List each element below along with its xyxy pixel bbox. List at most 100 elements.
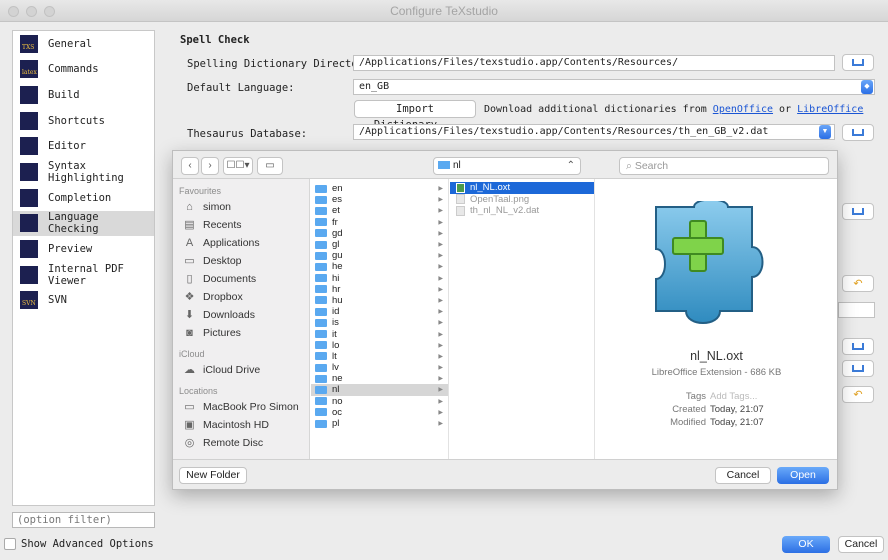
advanced-options-checkbox[interactable] <box>4 538 16 550</box>
browse-button-2[interactable] <box>842 338 874 355</box>
dictionary-dir-browse-button[interactable] <box>842 54 874 71</box>
browse-button-3[interactable] <box>842 360 874 377</box>
folder-row[interactable]: hr ▶ <box>311 284 448 295</box>
folder-row[interactable]: pl ▶ <box>311 418 448 429</box>
category-list[interactable]: TXS General latex Commands Build Shortcuts… <box>12 30 155 506</box>
category-internal-pdf-viewer[interactable]: Internal PDF Viewer <box>13 262 154 287</box>
file-row[interactable]: th_nl_NL_v2.dat <box>450 205 594 217</box>
folder-icon <box>315 184 327 193</box>
default-language-select[interactable]: en_GB <box>353 79 875 95</box>
folder-row[interactable]: id ▶ <box>311 306 448 317</box>
folder-row[interactable]: he ▶ <box>311 261 448 272</box>
folder-row[interactable]: es ▶ <box>311 194 448 205</box>
folder-row[interactable]: oc ▶ <box>311 407 448 418</box>
folder-row[interactable]: lt ▶ <box>311 351 448 362</box>
folder-row[interactable]: fr ▶ <box>311 217 448 228</box>
dialog-cancel-button[interactable]: Cancel <box>715 467 771 484</box>
import-dictionary-button[interactable]: Import Dictionary... <box>354 100 476 131</box>
category-preview[interactable]: Preview <box>13 237 154 262</box>
loc-macbook[interactable]: ▭ MacBook Pro Simon <box>173 398 309 416</box>
openoffice-link[interactable]: OpenOffice <box>713 104 773 115</box>
thesaurus-browse-button[interactable] <box>842 124 874 141</box>
folder-row[interactable]: lo ▶ <box>311 340 448 351</box>
fav-applications[interactable]: A Applications <box>173 234 309 252</box>
fav-downloads[interactable]: ⬇ Downloads <box>173 306 309 324</box>
folder-icon <box>315 229 327 238</box>
option-filter-input[interactable]: (option filter) <box>12 512 155 528</box>
browse-button[interactable] <box>842 203 874 220</box>
path-popup[interactable]: nl ⌃ <box>433 157 581 175</box>
folder-name: id <box>332 306 340 318</box>
disclosure-arrow-icon: ▶ <box>438 353 443 360</box>
file-row[interactable]: OpenTaal.png <box>450 194 594 206</box>
folder-row[interactable]: ne ▶ <box>311 373 448 384</box>
spell-check-heading: Spell Check <box>180 34 250 46</box>
loc-macintosh-hd[interactable]: ▣ Macintosh HD <box>173 416 309 434</box>
back-button[interactable]: ‹ <box>181 157 199 175</box>
file-column[interactable]: nl_NL.oxt OpenTaal.png th_nl_NL_v2.dat <box>450 179 595 459</box>
libreoffice-link[interactable]: LibreOffice <box>797 104 863 115</box>
thesaurus-input[interactable]: /Applications/Files/texstudio.app/Conten… <box>353 124 835 140</box>
add-tags-field[interactable]: Add Tags... <box>710 391 757 402</box>
category-build[interactable]: Build <box>13 82 154 107</box>
category-completion[interactable]: Completion <box>13 185 154 210</box>
category-editor[interactable]: Editor <box>13 134 154 159</box>
folder-row[interactable]: en ▶ <box>311 183 448 194</box>
folder-save-icon <box>852 59 864 66</box>
file-open-dialog: ‹ › ☐☐▾ ▭ nl ⌃ ⌕ Search Favourites ⌂ simo… <box>172 150 838 490</box>
reset-button[interactable]: ↶ <box>842 275 874 292</box>
category-language-checking[interactable]: Language Checking <box>13 210 154 236</box>
completion-icon <box>20 188 38 207</box>
folder-row[interactable]: gd ▶ <box>311 228 448 239</box>
dialog-open-button[interactable]: Open <box>777 467 829 484</box>
dictionary-dir-input[interactable]: /Applications/Files/texstudio.app/Conten… <box>353 55 835 71</box>
category-commands[interactable]: latex Commands <box>13 57 154 82</box>
category-syntax-highlighting[interactable]: Syntax Highlighting <box>13 159 154 184</box>
category-svn[interactable]: SVN SVN <box>13 288 154 313</box>
folder-row[interactable]: hi ▶ <box>311 273 448 284</box>
reset-button-2[interactable]: ↶ <box>842 386 874 403</box>
new-folder-button[interactable]: New Folder <box>179 467 247 484</box>
fav-desktop[interactable]: ▭ Desktop <box>173 252 309 270</box>
folder-row[interactable]: hu ▶ <box>311 295 448 306</box>
disclosure-arrow-icon: ▶ <box>438 398 443 405</box>
loc-remote-disc[interactable]: ◎ Remote Disc <box>173 434 309 452</box>
hidden-field[interactable] <box>838 302 875 318</box>
file-row[interactable]: nl_NL.oxt <box>450 182 594 194</box>
chevron-updown-icon[interactable]: ◆ <box>861 80 873 94</box>
folder-name: lv <box>332 362 339 374</box>
folder-column[interactable]: en ▶ es ▶ et ▶ fr ▶ gd ▶ gl ▶ gu ▶ he ▶ hi ▶ hr ▶ hu ▶ id ▶ is ▶ i… <box>311 179 449 459</box>
dialog-footer: New Folder Cancel Open <box>173 459 837 489</box>
fav-icloud-drive[interactable]: ☁ iCloud Drive <box>173 361 309 379</box>
fav-pictures[interactable]: ◙ Pictures <box>173 324 309 342</box>
locations-heading: Locations <box>179 386 218 396</box>
file-preview: nl_NL.oxt LibreOffice Extension - 686 KB… <box>596 179 837 459</box>
fav-dropbox[interactable]: ❖ Dropbox <box>173 288 309 306</box>
fav-simon[interactable]: ⌂ simon <box>173 198 309 216</box>
folder-row[interactable]: gu ▶ <box>311 250 448 261</box>
fav-recents[interactable]: ▤ Recents <box>173 216 309 234</box>
preview-file-kind: LibreOffice Extension - 686 KB <box>651 367 782 378</box>
folder-row[interactable]: gl ▶ <box>311 239 448 250</box>
view-mode-button[interactable]: ☐☐▾ <box>223 157 253 175</box>
folder-icon <box>315 318 327 327</box>
show-advanced-options[interactable]: Show Advanced Options <box>4 538 154 550</box>
ok-button[interactable]: OK <box>782 536 830 553</box>
fav-documents[interactable]: ▯ Documents <box>173 270 309 288</box>
new-folder-toolbar-button[interactable]: ▭ <box>257 157 283 175</box>
forward-button[interactable]: › <box>201 157 219 175</box>
folder-row[interactable]: it ▶ <box>311 328 448 340</box>
folder-save-icon <box>852 129 864 136</box>
folder-row[interactable]: is ▶ <box>311 317 448 328</box>
folder-row[interactable]: no ▶ <box>311 396 448 407</box>
folder-icon: ▭ <box>265 160 275 171</box>
folder-row[interactable]: lv ▶ <box>311 362 448 373</box>
chevron-down-icon[interactable]: ▼ <box>819 125 831 139</box>
folder-row[interactable]: nl ▶ <box>311 384 448 396</box>
folder-save-icon <box>852 208 864 215</box>
category-general[interactable]: TXS General <box>13 31 154 56</box>
folder-row[interactable]: et ▶ <box>311 205 448 216</box>
cancel-button[interactable]: Cancel <box>838 536 884 553</box>
search-input[interactable]: ⌕ Search <box>619 157 829 175</box>
category-shortcuts[interactable]: Shortcuts <box>13 108 154 133</box>
